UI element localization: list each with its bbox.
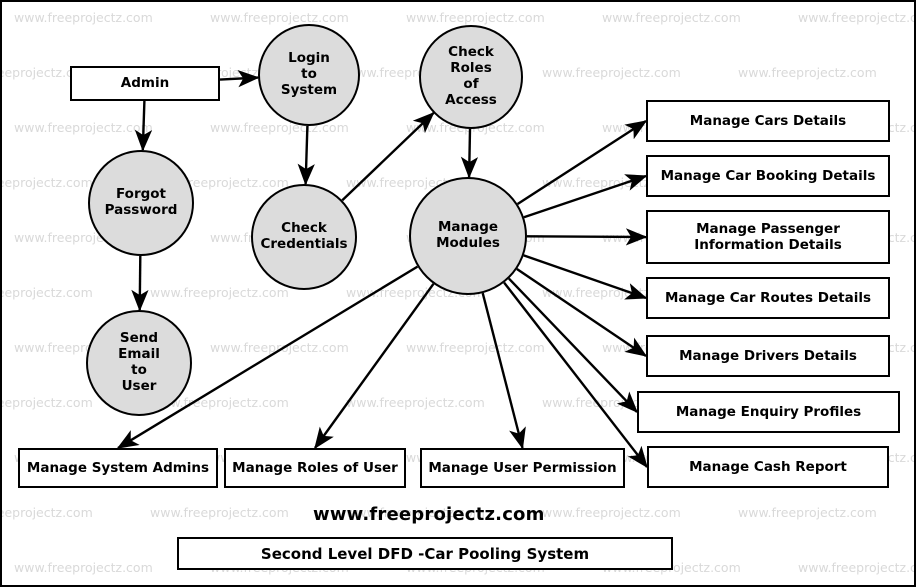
watermark-text: www.freeprojectz.com — [738, 65, 877, 80]
entity-admin[interactable]: Admin — [70, 66, 220, 101]
module-manage_car_booking[interactable]: Manage Car Booking Details — [646, 155, 890, 197]
flow-check_roles-to-manage_modules — [460, 128, 479, 179]
flow-manage_modules-to-manage_enquiry_profiles — [508, 277, 638, 414]
module-manage_drivers_details[interactable]: Manage Drivers Details — [646, 335, 890, 377]
watermark-text: www.freeprojectz.com — [602, 10, 741, 25]
watermark-text: www.freeprojectz.com — [346, 395, 485, 410]
flow-manage_modules-to-manage_roles_of_user — [314, 283, 435, 450]
process-label: Check Roles of Access — [445, 44, 497, 108]
box-label: Manage Car Routes Details — [664, 289, 871, 306]
watermark-text: www.freeprojectz.com — [14, 10, 153, 25]
module-manage_cars_details[interactable]: Manage Cars Details — [646, 100, 890, 142]
diagram-title-text: Second Level DFD -Car Pooling System — [260, 544, 590, 563]
flow-manage_modules-to-manage_cars_details — [516, 119, 648, 206]
box-label: Admin — [120, 75, 170, 92]
flow-login_to_system-to-check_credentials — [297, 125, 315, 186]
box-label: Manage Cars Details — [689, 112, 847, 129]
flow-manage_modules-to-manage_cash_report — [503, 281, 648, 469]
watermark-text: www.freeprojectz.com — [2, 175, 93, 190]
flow-admin-to-login_to_system — [219, 70, 260, 88]
flow-manage_modules-to-manage_drivers_details — [516, 268, 648, 357]
box-label: Manage Enquiry Profiles — [675, 403, 862, 420]
box-label: Manage Roles of User — [232, 459, 398, 476]
watermark-text: www.freeprojectz.com — [14, 120, 153, 135]
module-manage_enquiry_profiles[interactable]: Manage Enquiry Profiles — [637, 391, 900, 433]
module-manage_cash_report[interactable]: Manage Cash Report — [647, 446, 889, 488]
site-brand-label: www.freeprojectz.com — [313, 504, 545, 525]
module-manage_passenger_info[interactable]: Manage Passenger Information Details — [646, 210, 890, 264]
box-label: Manage Car Booking Details — [660, 167, 876, 184]
flow-admin-to-forgot_password — [134, 100, 153, 152]
diagram-title-box: Second Level DFD -Car Pooling System — [177, 537, 673, 570]
watermark-text: www.freeprojectz.com — [2, 395, 93, 410]
watermark-text: www.freeprojectz.com — [798, 560, 914, 575]
process-login_to_system[interactable]: Login to System — [258, 24, 360, 126]
process-label: Send Email to User — [118, 330, 160, 394]
box-label: Manage Cash Report — [689, 458, 847, 475]
flow-forgot_password-to-send_email_to_user — [131, 255, 149, 312]
flow-manage_modules-to-manage_passenger_info — [526, 228, 648, 246]
process-check_roles[interactable]: Check Roles of Access — [419, 25, 523, 129]
watermark-text: www.freeprojectz.com — [210, 340, 349, 355]
process-label: Manage Modules — [436, 219, 500, 251]
process-label: Login to System — [280, 50, 338, 98]
watermark-text: www.freeprojectz.com — [738, 505, 877, 520]
module-manage_system_admins[interactable]: Manage System Admins — [18, 448, 218, 488]
process-check_credentials[interactable]: Check Credentials — [251, 184, 357, 290]
watermark-text: www.freeprojectz.com — [542, 505, 681, 520]
watermark-text: www.freeprojectz.com — [14, 560, 153, 575]
box-label: Manage Drivers Details — [679, 347, 857, 364]
module-manage_user_permission[interactable]: Manage User Permission — [420, 448, 625, 488]
watermark-text: www.freeprojectz.com — [542, 65, 681, 80]
box-label: Manage Passenger Information Details — [694, 220, 842, 253]
watermark-text: www.freeprojectz.com — [406, 340, 545, 355]
process-forgot_password[interactable]: Forgot Password — [88, 150, 194, 256]
flow-manage_modules-to-manage_car_routes — [523, 254, 648, 300]
module-manage_car_routes[interactable]: Manage Car Routes Details — [646, 277, 890, 319]
watermark-text: www.freeprojectz.com — [210, 10, 349, 25]
module-manage_roles_of_user[interactable]: Manage Roles of User — [224, 448, 406, 488]
process-manage_modules[interactable]: Manage Modules — [409, 177, 527, 295]
process-send_email_to_user[interactable]: Send Email to User — [86, 310, 192, 416]
watermark-text: www.freeprojectz.com — [150, 285, 289, 300]
process-label: Check Credentials — [260, 220, 348, 252]
watermark-text: www.freeprojectz.com — [150, 505, 289, 520]
watermark-text: www.freeprojectz.com — [406, 10, 545, 25]
dfd-diagram-canvas: www.freeprojectz.com www.freeprojectz.com… — [0, 0, 916, 587]
box-label: Manage System Admins — [26, 459, 210, 476]
watermark-text: www.freeprojectz.com — [798, 10, 914, 25]
box-label: Manage User Permission — [428, 459, 617, 476]
process-label: Forgot Password — [104, 186, 178, 218]
flow-manage_modules-to-manage_user_permission — [481, 292, 526, 450]
flow-check_credentials-to-check_roles — [341, 112, 435, 202]
flow-manage_modules-to-manage_car_booking — [523, 174, 648, 219]
watermark-text: www.freeprojectz.com — [2, 285, 93, 300]
watermark-text: www.freeprojectz.com — [2, 505, 93, 520]
